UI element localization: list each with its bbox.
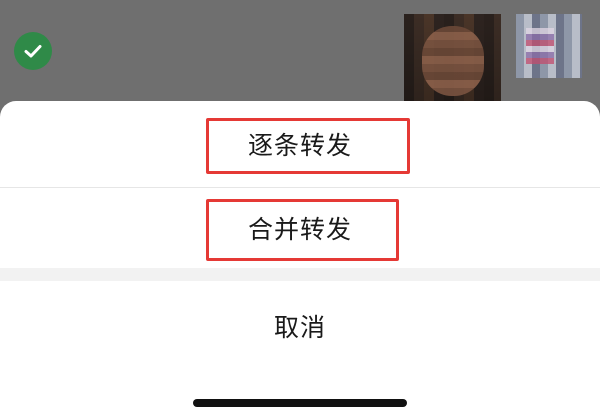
image-thumbnail[interactable] xyxy=(404,14,501,106)
check-circle-icon[interactable] xyxy=(14,32,52,70)
cancel-label: 取消 xyxy=(273,313,326,342)
thumbnail-blur xyxy=(422,26,484,96)
highlight-box xyxy=(206,199,399,261)
action-sheet: 逐条转发 合并转发 取消 xyxy=(0,101,600,420)
image-thumbnail[interactable] xyxy=(516,14,582,78)
cancel-button[interactable]: 取消 xyxy=(0,281,600,371)
home-indicator xyxy=(193,399,407,407)
highlight-box xyxy=(206,118,410,174)
checkmark-icon xyxy=(24,45,42,58)
thumbnail-blur xyxy=(526,28,554,64)
section-gap xyxy=(0,268,600,281)
